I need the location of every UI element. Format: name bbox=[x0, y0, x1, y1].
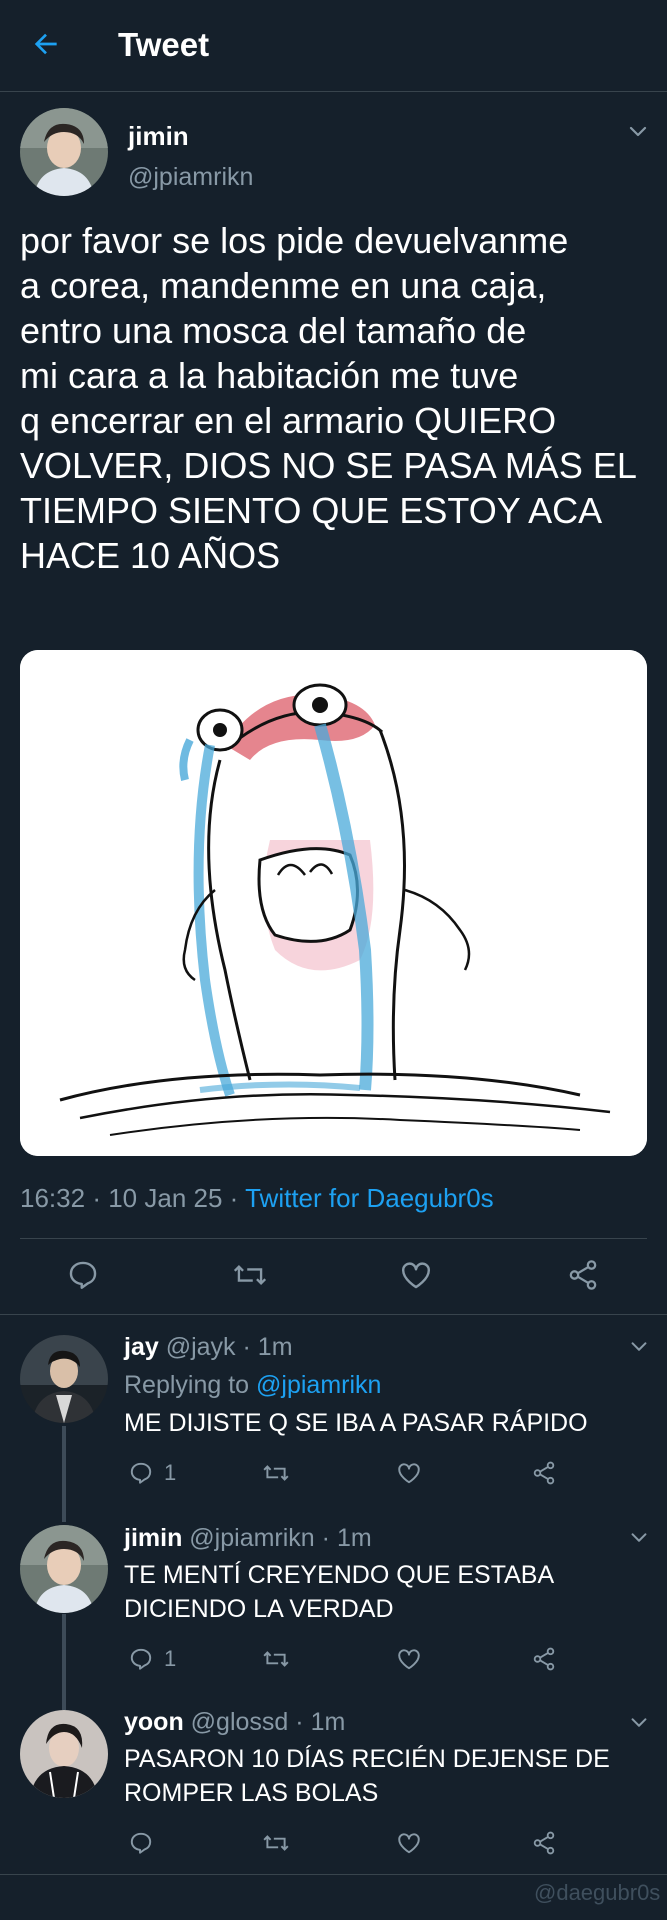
tweet-page: Tweet jimin @jpiamrikn por favor se los … bbox=[0, 0, 667, 1920]
like-icon bbox=[396, 1830, 422, 1856]
tweet-text: por favor se los pide devuelvanme a core… bbox=[20, 218, 650, 578]
retweet-button[interactable] bbox=[262, 1458, 290, 1488]
tweet-meta: 16:32 · 10 Jan 25 · Twitter for Daegubr0… bbox=[20, 1183, 494, 1214]
meta-separator: · bbox=[321, 1524, 330, 1552]
reply-author-name[interactable]: jay bbox=[124, 1333, 159, 1361]
replying-to: Replying to @jpiamrikn bbox=[124, 1371, 381, 1400]
reply-button[interactable] bbox=[128, 1828, 164, 1858]
tweet-text-line: entro una mosca del tamaño de bbox=[20, 310, 527, 351]
retweet-icon bbox=[262, 1460, 290, 1486]
tweet-text-line: HACE 10 AÑOS bbox=[20, 535, 281, 576]
reply-icon bbox=[128, 1830, 154, 1856]
reply-text-line: ROMPER LAS BOLAS bbox=[124, 1779, 379, 1807]
reply-header: jay @jayk · 1m bbox=[124, 1333, 293, 1362]
like-button[interactable] bbox=[396, 1644, 422, 1674]
reply-text-line: DICIENDO LA VERDAD bbox=[124, 1595, 394, 1623]
reply-text-line: ME DIJISTE Q SE IBA A PASAR RÁPIDO bbox=[124, 1409, 588, 1437]
tweet-text-line: a corea, mandenme en una caja, bbox=[20, 265, 547, 306]
tweet-text-line: q encerrar en el armario QUIERO bbox=[20, 400, 557, 441]
retweet-icon bbox=[262, 1830, 290, 1856]
reply-button[interactable] bbox=[60, 1254, 106, 1300]
avatar[interactable] bbox=[20, 1335, 108, 1423]
chevron-down-icon[interactable] bbox=[628, 1527, 650, 1549]
like-icon bbox=[399, 1258, 433, 1297]
reply-author-handle[interactable]: @glossd bbox=[191, 1708, 289, 1736]
tweet-source-link[interactable]: Twitter for Daegubr0s bbox=[245, 1183, 494, 1213]
like-button[interactable] bbox=[396, 1458, 422, 1488]
reply-text: PASARON 10 DÍAS RECIÉN DEJENSE DE ROMPER… bbox=[124, 1742, 644, 1810]
share-icon bbox=[531, 1830, 557, 1856]
watermark: @daegubr0s bbox=[534, 1880, 661, 1905]
reply-icon bbox=[128, 1646, 154, 1672]
share-icon bbox=[531, 1646, 557, 1672]
share-button[interactable] bbox=[531, 1828, 557, 1858]
reply-count: 1 bbox=[164, 1646, 177, 1671]
reply-time: 1m bbox=[336, 1524, 372, 1552]
back-button[interactable] bbox=[26, 26, 66, 66]
arrow-left-icon bbox=[30, 28, 62, 65]
meta-separator: · bbox=[295, 1708, 304, 1736]
retweet-icon bbox=[262, 1646, 290, 1672]
avatar[interactable] bbox=[20, 1525, 108, 1613]
share-icon bbox=[566, 1258, 600, 1297]
meta-separator: · bbox=[92, 1183, 101, 1213]
divider bbox=[0, 1874, 667, 1875]
retweet-button[interactable] bbox=[262, 1644, 290, 1674]
share-button[interactable] bbox=[531, 1644, 557, 1674]
reply-count: 1 bbox=[164, 1460, 177, 1485]
share-icon bbox=[531, 1460, 557, 1486]
reply-text: TE MENTÍ CREYENDO QUE ESTABA DICIENDO LA… bbox=[124, 1558, 644, 1626]
divider bbox=[0, 1314, 667, 1315]
share-button[interactable] bbox=[531, 1458, 557, 1488]
reply-time: 1m bbox=[310, 1708, 346, 1736]
tweet-image[interactable] bbox=[20, 650, 647, 1156]
reply-button[interactable]: 1 bbox=[128, 1458, 176, 1488]
reply-header: yoon @glossd · 1m bbox=[124, 1708, 345, 1737]
reply-icon bbox=[128, 1460, 154, 1486]
reply-text-line: TE MENTÍ CREYENDO QUE ESTABA bbox=[124, 1561, 555, 1589]
reply-author-name[interactable]: jimin bbox=[124, 1524, 182, 1552]
chevron-down-icon[interactable] bbox=[628, 1336, 650, 1358]
tweet-text-line: por favor se los pide devuelvanme bbox=[20, 220, 569, 261]
reply-author-name[interactable]: yoon bbox=[124, 1708, 184, 1736]
tweet-time: 16:32 bbox=[20, 1183, 86, 1213]
author-name[interactable]: jimin bbox=[128, 121, 189, 152]
avatar[interactable] bbox=[20, 1710, 108, 1798]
reply-author-handle[interactable]: @jpiamrikn bbox=[189, 1524, 314, 1552]
tweet-text-line: TIEMPO SIENTO QUE ESTOY ACA bbox=[20, 490, 603, 531]
reply-author-handle[interactable]: @jayk bbox=[166, 1333, 236, 1361]
thread-line bbox=[62, 1426, 66, 1522]
reply-text-line: PASARON 10 DÍAS RECIÉN DEJENSE DE bbox=[124, 1745, 610, 1773]
reply-text: ME DIJISTE Q SE IBA A PASAR RÁPIDO bbox=[124, 1406, 644, 1440]
meta-separator: · bbox=[242, 1333, 251, 1361]
top-bar: Tweet bbox=[0, 0, 667, 92]
retweet-button[interactable] bbox=[262, 1828, 290, 1858]
meta-separator: · bbox=[229, 1183, 239, 1213]
divider bbox=[20, 1238, 647, 1239]
tweet-actions bbox=[0, 1240, 667, 1312]
tweet-text-line: mi cara a la habitación me tuve bbox=[20, 355, 519, 396]
chevron-down-icon[interactable] bbox=[628, 1712, 650, 1734]
replying-to-link[interactable]: @jpiamrikn bbox=[256, 1371, 381, 1399]
like-icon bbox=[396, 1460, 422, 1486]
thread-line bbox=[62, 1614, 66, 1710]
share-button[interactable] bbox=[560, 1254, 606, 1300]
avatar[interactable] bbox=[20, 108, 108, 196]
reply-time: 1m bbox=[257, 1333, 293, 1361]
like-button[interactable] bbox=[396, 1828, 422, 1858]
author-handle[interactable]: @jpiamrikn bbox=[128, 163, 253, 192]
retweet-icon bbox=[232, 1258, 268, 1297]
reply-button[interactable]: 1 bbox=[128, 1644, 176, 1674]
reply-icon bbox=[66, 1258, 100, 1297]
retweet-button[interactable] bbox=[227, 1254, 273, 1300]
tweet-date: 10 Jan 25 bbox=[108, 1183, 223, 1213]
replying-to-label: Replying to bbox=[124, 1371, 250, 1399]
tweet-text-line: VOLVER, DIOS NO SE PASA MÁS EL bbox=[20, 445, 637, 486]
chevron-down-icon[interactable] bbox=[626, 120, 650, 144]
reply-header: jimin @jpiamrikn · 1m bbox=[124, 1524, 372, 1553]
like-icon bbox=[396, 1646, 422, 1672]
page-title: Tweet bbox=[118, 26, 210, 63]
like-button[interactable] bbox=[393, 1254, 439, 1300]
